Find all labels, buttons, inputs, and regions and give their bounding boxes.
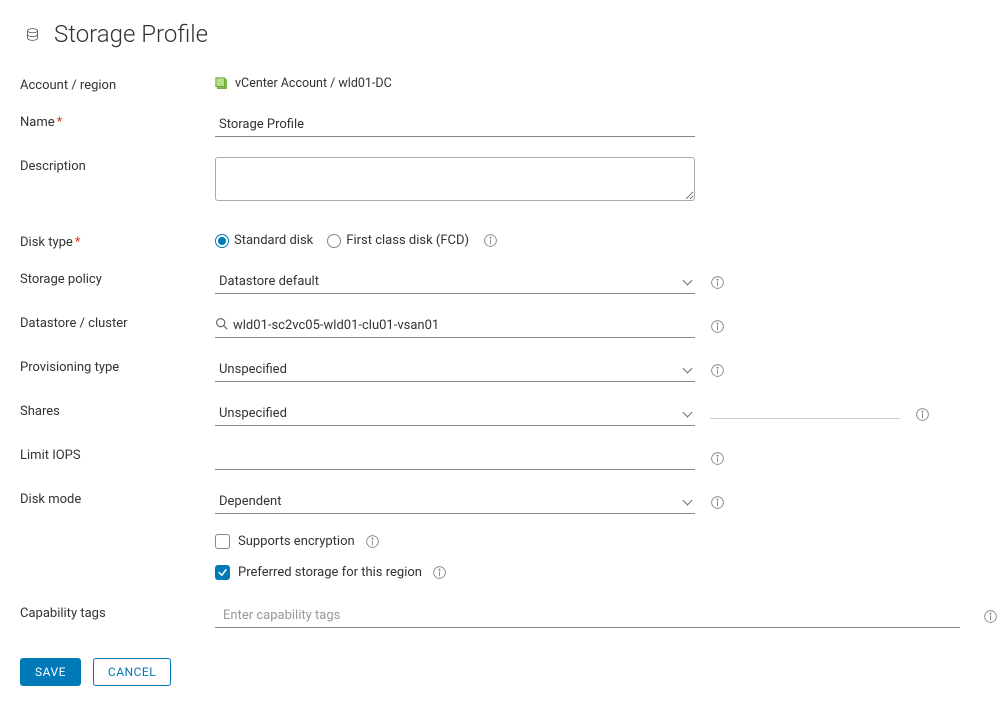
name-input[interactable] (215, 113, 695, 137)
radio-fcd[interactable]: First class disk (FCD) (327, 233, 469, 248)
label-description: Description (20, 157, 215, 174)
radio-standard-disk[interactable]: Standard disk (215, 233, 313, 248)
info-icon[interactable] (365, 534, 380, 549)
shares-level-line (710, 418, 900, 419)
radio-fcd-label: First class disk (FCD) (346, 233, 469, 248)
storage-policy-value: Datastore default (215, 270, 695, 294)
label-shares: Shares (20, 402, 215, 419)
preferred-storage-label: Preferred storage for this region (238, 565, 422, 580)
account-region-text: vCenter Account / wld01-DC (235, 76, 392, 91)
label-capability-tags: Capability tags (20, 604, 215, 621)
supports-encryption-label: Supports encryption (238, 534, 355, 549)
save-button[interactable]: SAVE (20, 658, 81, 686)
label-storage-policy: Storage policy (20, 270, 215, 287)
info-icon[interactable] (710, 451, 725, 466)
label-disk-mode: Disk mode (20, 490, 215, 507)
info-icon[interactable] (915, 407, 930, 422)
info-icon[interactable] (710, 319, 725, 334)
checkbox-supports-encryption[interactable]: Supports encryption (215, 534, 355, 549)
page-header: Storage Profile (20, 20, 987, 48)
provisioning-type-select[interactable]: Unspecified (215, 358, 695, 382)
provisioning-type-value: Unspecified (215, 358, 695, 382)
info-icon[interactable] (983, 609, 998, 624)
info-icon[interactable] (432, 565, 447, 580)
checkbox-icon (215, 565, 230, 580)
storage-icon (20, 22, 44, 46)
datastore-search[interactable] (215, 314, 695, 338)
page-title: Storage Profile (54, 20, 208, 48)
limit-iops-input[interactable] (215, 446, 695, 470)
shares-value: Unspecified (215, 402, 695, 426)
account-region-value: vCenter Account / wld01-DC (215, 76, 695, 91)
label-datastore-cluster: Datastore / cluster (20, 314, 215, 331)
label-disk-type: Disk type* (20, 233, 215, 250)
radio-icon (327, 234, 341, 248)
capability-tags-input[interactable] (215, 604, 960, 628)
description-textarea[interactable] (215, 157, 695, 201)
cancel-button[interactable]: CANCEL (93, 658, 171, 686)
disk-mode-value: Dependent (215, 490, 695, 514)
label-limit-iops: Limit IOPS (20, 446, 215, 463)
radio-icon (215, 234, 229, 248)
info-icon[interactable] (710, 363, 725, 378)
storage-policy-select[interactable]: Datastore default (215, 270, 695, 294)
radio-standard-disk-label: Standard disk (234, 233, 313, 248)
vcenter-icon (215, 77, 229, 91)
datastore-input[interactable] (215, 314, 695, 338)
info-icon[interactable] (710, 495, 725, 510)
label-account-region: Account / region (20, 76, 215, 93)
checkbox-icon (215, 534, 230, 549)
disk-mode-select[interactable]: Dependent (215, 490, 695, 514)
label-provisioning-type: Provisioning type (20, 358, 215, 375)
checkbox-preferred-storage[interactable]: Preferred storage for this region (215, 565, 422, 580)
label-name: Name* (20, 113, 215, 130)
search-icon (215, 317, 228, 330)
info-icon[interactable] (483, 233, 498, 248)
shares-select[interactable]: Unspecified (215, 402, 695, 426)
info-icon[interactable] (710, 275, 725, 290)
